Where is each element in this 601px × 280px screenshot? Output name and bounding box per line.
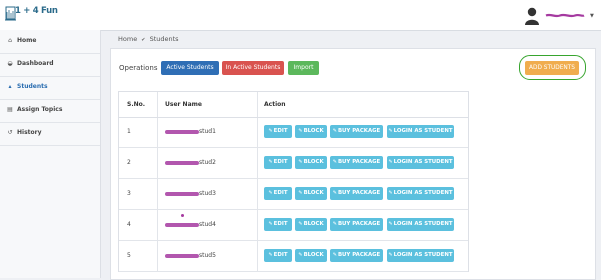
table-row: 2 stud2 ✎EDIT ✎BLOCK ✎BUY PACKAGE ✎LOGIN…: [119, 148, 468, 179]
username-redacted: [165, 191, 199, 196]
cell-username: stud1: [165, 128, 216, 135]
buy-package-button[interactable]: ✎BUY PACKAGE: [330, 249, 383, 262]
header-action: Action: [264, 101, 286, 108]
cell-username: stud2: [165, 159, 216, 166]
login-as-student-button[interactable]: ✎LOGIN AS STUDENT: [387, 218, 454, 231]
top-bar: 1 + 4 Fun ▼: [0, 0, 601, 31]
cell-sno: 4: [127, 221, 131, 228]
table-header: S.No. User Name Action: [119, 92, 468, 118]
cell-sno: 1: [127, 128, 131, 135]
user-menu-caret-icon[interactable]: ▼: [590, 13, 594, 19]
active-students-button[interactable]: Active Students: [161, 61, 219, 75]
username-redacted: [165, 160, 199, 165]
home-icon: ⌂: [8, 37, 12, 44]
edit-icon: ✎: [298, 221, 303, 227]
login-as-student-button[interactable]: ✎LOGIN AS STUDENT: [387, 187, 454, 200]
login-as-student-button[interactable]: ✎LOGIN AS STUDENT: [387, 249, 454, 262]
edit-icon: ✎: [388, 221, 393, 227]
cell-username: stud3: [165, 190, 216, 197]
add-students-button[interactable]: ADD STUDENTS: [525, 61, 579, 75]
block-button[interactable]: ✎BLOCK: [295, 156, 327, 169]
logo-text[interactable]: 1 + 4 Fun: [15, 6, 58, 16]
table-row: 5 stud5 ✎EDIT ✎BLOCK ✎BUY PACKAGE ✎LOGIN…: [119, 241, 468, 272]
buy-package-button[interactable]: ✎BUY PACKAGE: [330, 125, 383, 138]
edit-icon: ✎: [388, 190, 393, 196]
operations-label: Operations: [119, 64, 158, 72]
import-button[interactable]: Import: [288, 61, 319, 75]
username-redacted: [165, 222, 199, 227]
students-table: S.No. User Name Action 1 stud1 ✎EDIT ✎BL…: [118, 91, 469, 272]
inactive-students-button[interactable]: In Active Students: [222, 61, 284, 75]
sidebar-item-home[interactable]: ⌂ Home: [0, 30, 100, 54]
scribble-mark: [181, 214, 184, 217]
sidebar-item-history[interactable]: ↺ History: [0, 122, 100, 146]
table-row: 3 stud3 ✎EDIT ✎BLOCK ✎BUY PACKAGE ✎LOGIN…: [119, 179, 468, 210]
edit-icon: ✎: [268, 159, 273, 165]
breadcrumb-current: Students: [149, 35, 179, 43]
edit-icon: ✎: [268, 190, 273, 196]
edit-icon: ✎: [298, 252, 303, 258]
login-as-student-button[interactable]: ✎LOGIN AS STUDENT: [387, 125, 454, 138]
sidebar-item-label: Students: [17, 83, 48, 90]
header-username: User Name: [165, 101, 202, 108]
edit-icon: ✎: [332, 128, 337, 134]
dashboard-icon: ◒: [7, 60, 13, 67]
edit-icon: ✎: [298, 128, 303, 134]
login-as-student-button[interactable]: ✎LOGIN AS STUDENT: [387, 156, 454, 169]
breadcrumb-home-link[interactable]: Home: [118, 35, 137, 43]
file-icon: ▤: [7, 106, 13, 113]
table-row: 4 stud4 ✎EDIT ✎BLOCK ✎BUY PACKAGE ✎LOGIN…: [119, 210, 468, 241]
edit-button[interactable]: ✎EDIT: [264, 218, 292, 231]
history-icon: ↺: [7, 129, 13, 136]
edit-button[interactable]: ✎EDIT: [264, 187, 292, 200]
header-sno: S.No.: [127, 101, 146, 108]
sidebar-item-dashboard[interactable]: ◒ Dashboard: [0, 53, 100, 77]
buy-package-button[interactable]: ✎BUY PACKAGE: [330, 187, 383, 200]
edit-button[interactable]: ✎EDIT: [264, 125, 292, 138]
avatar[interactable]: [524, 6, 540, 25]
cell-sno: 2: [127, 159, 131, 166]
edit-icon: ✎: [332, 221, 337, 227]
username-redacted: [165, 253, 199, 258]
edit-button[interactable]: ✎EDIT: [264, 249, 292, 262]
block-button[interactable]: ✎BLOCK: [295, 218, 327, 231]
edit-icon: ✎: [388, 159, 393, 165]
edit-icon: ✎: [332, 252, 337, 258]
sidebar-item-students[interactable]: ▴ Students: [0, 76, 100, 100]
graduation-cap-icon: ▴: [8, 83, 12, 90]
breadcrumb: Home ✔ Students: [118, 35, 179, 43]
sidebar-item-label: History: [17, 129, 42, 136]
edit-icon: ✎: [268, 128, 273, 134]
sidebar-item-label: Assign Topics: [17, 106, 63, 113]
user-name-redacted[interactable]: [545, 13, 585, 18]
cell-username: stud4: [165, 221, 216, 228]
sidebar: ⌂ Home ◒ Dashboard ▴ Students ▤ Assign T…: [0, 30, 101, 278]
cell-sno: 5: [127, 252, 131, 259]
username-redacted: [165, 129, 199, 134]
block-button[interactable]: ✎BLOCK: [295, 249, 327, 262]
buy-package-button[interactable]: ✎BUY PACKAGE: [330, 218, 383, 231]
cell-username: stud5: [165, 252, 216, 259]
edit-icon: ✎: [388, 252, 393, 258]
edit-icon: ✎: [268, 221, 273, 227]
edit-button[interactable]: ✎EDIT: [264, 156, 292, 169]
edit-icon: ✎: [298, 190, 303, 196]
block-button[interactable]: ✎BLOCK: [295, 187, 327, 200]
sidebar-item-label: Home: [17, 37, 37, 44]
edit-icon: ✎: [388, 128, 393, 134]
edit-icon: ✎: [332, 159, 337, 165]
sidebar-item-label: Dashboard: [17, 60, 54, 67]
edit-icon: ✎: [298, 159, 303, 165]
block-button[interactable]: ✎BLOCK: [295, 125, 327, 138]
buy-package-button[interactable]: ✎BUY PACKAGE: [330, 156, 383, 169]
table-row: 1 stud1 ✎EDIT ✎BLOCK ✎BUY PACKAGE ✎LOGIN…: [119, 117, 468, 148]
sidebar-item-assign-topics[interactable]: ▤ Assign Topics: [0, 99, 100, 123]
breadcrumb-separator-icon: ✔: [141, 37, 146, 43]
edit-icon: ✎: [332, 190, 337, 196]
edit-icon: ✎: [268, 252, 273, 258]
cell-sno: 3: [127, 190, 131, 197]
